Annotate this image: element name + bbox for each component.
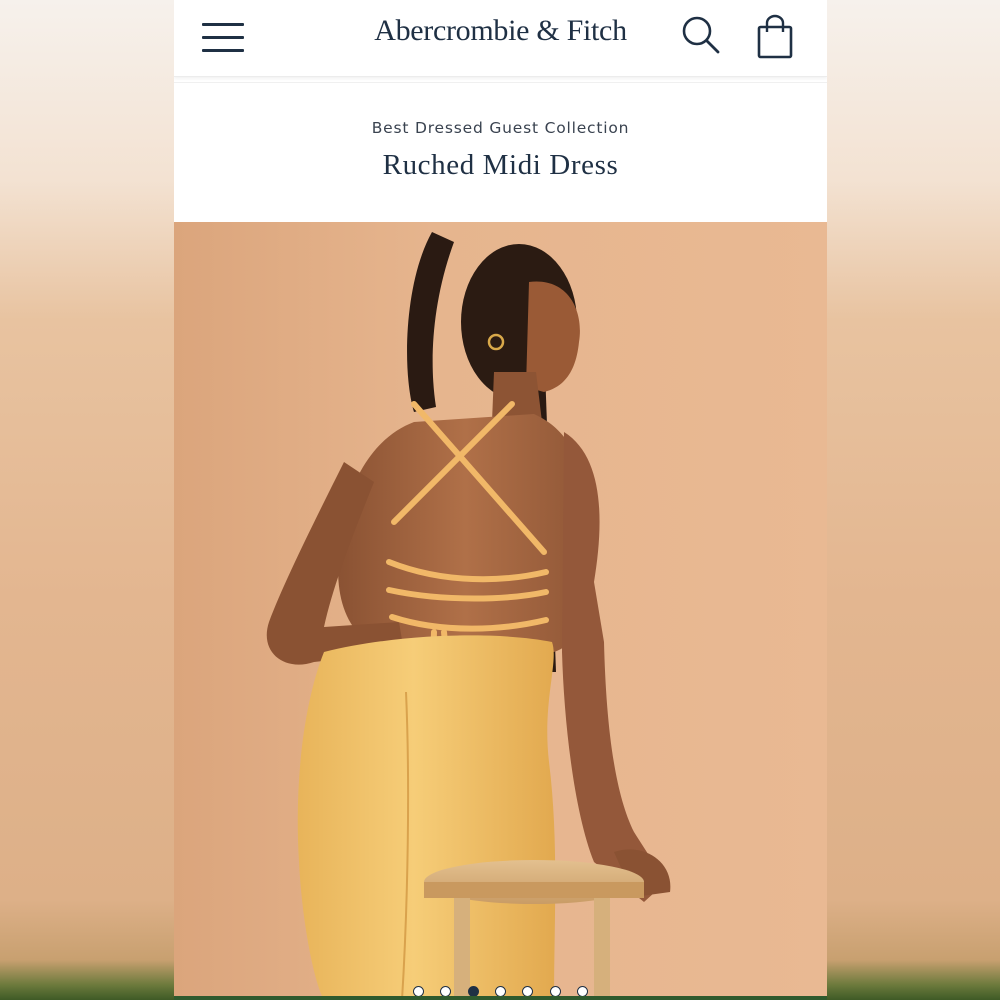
bottom-accent-bar <box>174 996 827 1000</box>
collection-label[interactable]: Best Dressed Guest Collection <box>174 119 827 137</box>
hamburger-menu-icon[interactable] <box>200 21 244 53</box>
shopping-bag-icon[interactable] <box>756 14 794 60</box>
model-photo-illustration <box>266 232 671 1000</box>
product-image[interactable] <box>174 222 827 1000</box>
mobile-page: Abercrombie & Fitch Best Dressed Guest C… <box>174 0 827 1000</box>
brand-logo[interactable]: Abercrombie & Fitch <box>334 14 667 48</box>
search-icon[interactable] <box>680 14 722 56</box>
product-header: Best Dressed Guest Collection Ruched Mid… <box>174 82 827 223</box>
top-navigation-bar: Abercrombie & Fitch <box>174 0 827 77</box>
product-title: Ruched Midi Dress <box>382 149 619 181</box>
